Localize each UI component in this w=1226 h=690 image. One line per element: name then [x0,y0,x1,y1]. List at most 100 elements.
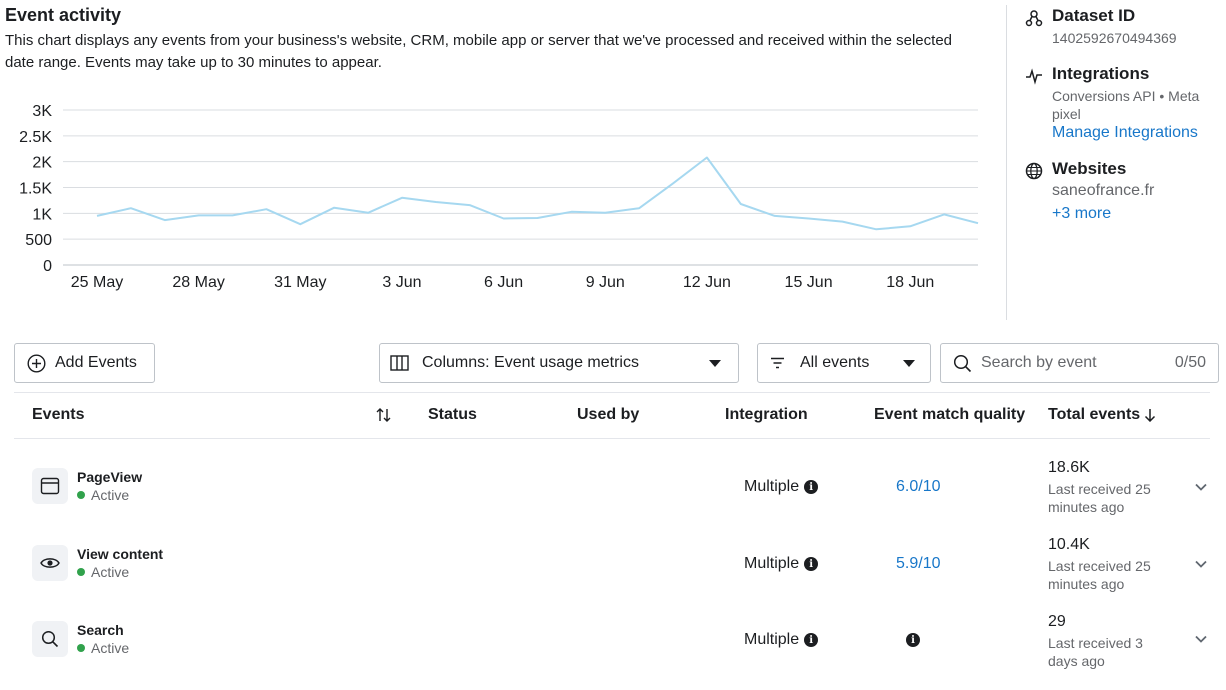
data-point[interactable] [365,210,371,216]
add-events-label: Add Events [55,354,137,371]
active-status-dot [77,644,85,652]
dataset-id-value: 1402592670494369 [1052,30,1177,46]
data-point[interactable] [467,202,473,208]
info-icon[interactable]: i [804,633,819,647]
data-point[interactable] [772,213,778,219]
data-point[interactable] [297,221,303,227]
data-point[interactable] [196,212,202,218]
column-header-used-by: Used by [577,406,640,423]
column-header-integration: Integration [725,406,808,423]
total-events-count: 10.4K [1048,536,1090,553]
total-events-count: 29 [1048,613,1066,630]
columns-icon [390,355,409,371]
info-icon[interactable]: i [804,480,819,494]
total-events-count: 18.6K [1048,459,1090,476]
chevron-down-icon[interactable] [1194,480,1208,494]
active-status-dot [77,491,85,499]
data-point[interactable] [399,195,405,201]
data-point[interactable] [839,219,845,225]
last-received: Last received 3 days ago [1048,635,1143,669]
table-header-divider [14,438,1210,439]
manage-integrations-link[interactable]: Manage Integrations [1052,124,1198,142]
data-point[interactable] [873,226,879,232]
more-websites-link[interactable]: +3 more [1052,205,1111,223]
column-header-total-events[interactable]: Total events [1048,406,1156,424]
x-tick-label: 9 Jun [586,274,625,291]
dataset-icon [1024,8,1044,28]
columns-dropdown[interactable]: Columns: Event usage metrics [379,343,739,383]
column-header-event-match-quality: Event match quality [874,406,1026,423]
x-tick-label: 28 May [172,274,224,291]
integration-value: Multiple [744,631,800,648]
vertical-divider [1006,5,1007,320]
status-badge: Active [77,564,129,580]
search-icon [32,621,68,657]
table-top-divider [14,392,1210,393]
data-point[interactable] [636,205,642,211]
total-events-label: Total events [1048,406,1141,423]
x-tick-label: 3 Jun [382,274,421,291]
info-icon[interactable]: i [906,633,920,647]
event-match-quality[interactable]: 6.0/10 [896,478,940,496]
data-point[interactable] [738,201,744,207]
integration-value: Multiple [744,555,800,572]
y-tick-label: 500 [25,232,52,249]
add-events-button[interactable]: Add Events [14,343,155,383]
data-point[interactable] [907,223,913,229]
column-header-events: Events [32,406,85,423]
integration-cell: Multiple i [744,478,819,496]
data-point[interactable] [331,205,337,211]
y-tick-label: 2.5K [19,129,52,146]
sort-icon[interactable] [376,408,392,422]
columns-label: Columns: Event usage metrics [422,354,639,371]
data-point[interactable] [670,180,676,186]
data-point[interactable] [263,206,269,212]
chevron-down-icon[interactable] [1194,632,1208,646]
data-point[interactable] [162,217,168,223]
x-tick-label: 12 Jun [683,274,731,291]
table-row[interactable]: Search Active Multiple i i 29 Last receiv… [14,601,1210,677]
column-header-status: Status [428,406,477,423]
data-point[interactable] [602,210,608,216]
status-badge: Active [77,640,129,656]
integration-cell: Multiple i [744,555,819,573]
page-title: Event activity [5,5,122,25]
x-tick-label: 31 May [274,274,326,291]
data-point[interactable] [806,216,812,222]
table-row[interactable]: PageView Active Multiple i 6.0/10 18.6K L… [14,448,1210,524]
data-point[interactable] [230,212,236,218]
data-point[interactable] [568,209,574,215]
info-icon[interactable]: i [804,557,819,571]
event-status: Active [91,640,130,656]
table-row[interactable]: View content Active Multiple i 5.9/10 10.… [14,525,1210,601]
data-point[interactable] [94,213,100,219]
x-tick-label: 15 Jun [785,274,833,291]
last-received: Last received 25 minutes ago [1048,558,1151,592]
event-match-quality[interactable]: 5.9/10 [896,555,940,573]
globe-icon [1024,161,1044,181]
data-point[interactable] [501,216,507,222]
data-point[interactable] [433,199,439,205]
integrations-value: Conversions API • Meta pixel [1052,88,1200,122]
chevron-down-icon [903,360,915,367]
event-name: Search [77,622,124,638]
filter-icon [770,357,785,369]
chevron-down-icon [709,360,721,367]
browser-window-icon [32,468,68,504]
x-tick-label: 18 Jun [886,274,934,291]
search-field[interactable]: Search by event 0/50 [940,343,1219,383]
last-received: Last received 25 minutes ago [1048,481,1151,515]
data-point[interactable] [535,215,541,221]
data-point[interactable] [975,220,981,226]
event-status: Active [91,564,130,580]
integrations-title: Integrations [1052,64,1150,83]
data-point[interactable] [128,205,134,211]
data-point[interactable] [941,211,947,217]
dataset-title: Dataset ID [1052,6,1136,25]
search-input[interactable]: Search by event [981,354,1097,372]
event-filter-dropdown[interactable]: All events [757,343,931,383]
data-point[interactable] [704,155,710,161]
x-tick-label: 6 Jun [484,274,523,291]
chevron-down-icon[interactable] [1194,557,1208,571]
page-description: This chart displays any events from your… [5,32,952,71]
